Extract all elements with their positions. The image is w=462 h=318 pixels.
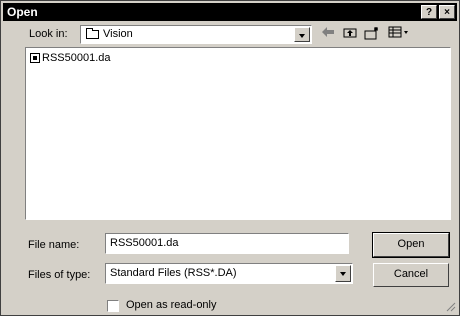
file-type-dropdown[interactable]: Standard Files (RSS*.DA) bbox=[105, 263, 353, 284]
file-list[interactable]: RSS50001.da bbox=[25, 47, 451, 220]
file-type-value: Standard Files (RSS*.DA) bbox=[110, 267, 237, 279]
close-button[interactable]: × bbox=[439, 5, 455, 19]
file-name-value: RSS50001.da bbox=[110, 237, 179, 249]
up-folder-icon[interactable] bbox=[341, 26, 359, 42]
open-dialog: Open ? × Look in: Vision RSS50001.da Fil… bbox=[0, 0, 460, 316]
file-name-label: File name: bbox=[28, 239, 80, 251]
look-in-label: Look in: bbox=[29, 28, 68, 40]
help-button[interactable]: ? bbox=[421, 5, 437, 19]
cancel-button[interactable]: Cancel bbox=[373, 263, 449, 287]
new-folder-icon[interactable] bbox=[363, 26, 381, 42]
look-in-dropdown[interactable]: Vision bbox=[80, 25, 312, 44]
title-bar[interactable]: Open ? × bbox=[3, 3, 457, 21]
readonly-checkbox[interactable] bbox=[107, 300, 119, 312]
file-name-input[interactable]: RSS50001.da bbox=[105, 233, 349, 254]
look-in-value: Vision bbox=[103, 28, 133, 40]
open-button[interactable]: Open bbox=[372, 232, 450, 258]
data-file-icon bbox=[30, 53, 40, 63]
folder-icon bbox=[86, 28, 99, 39]
dialog-title: Open bbox=[7, 5, 38, 19]
back-arrow-icon[interactable] bbox=[319, 26, 337, 42]
chevron-down-icon[interactable] bbox=[335, 265, 351, 282]
chevron-down-icon[interactable] bbox=[294, 27, 310, 42]
file-item-name: RSS50001.da bbox=[42, 52, 111, 64]
resize-grip-icon[interactable] bbox=[446, 302, 456, 312]
view-menu-icon[interactable] bbox=[387, 26, 411, 42]
file-type-label: Files of type: bbox=[28, 269, 91, 281]
readonly-label[interactable]: Open as read-only bbox=[126, 299, 217, 311]
